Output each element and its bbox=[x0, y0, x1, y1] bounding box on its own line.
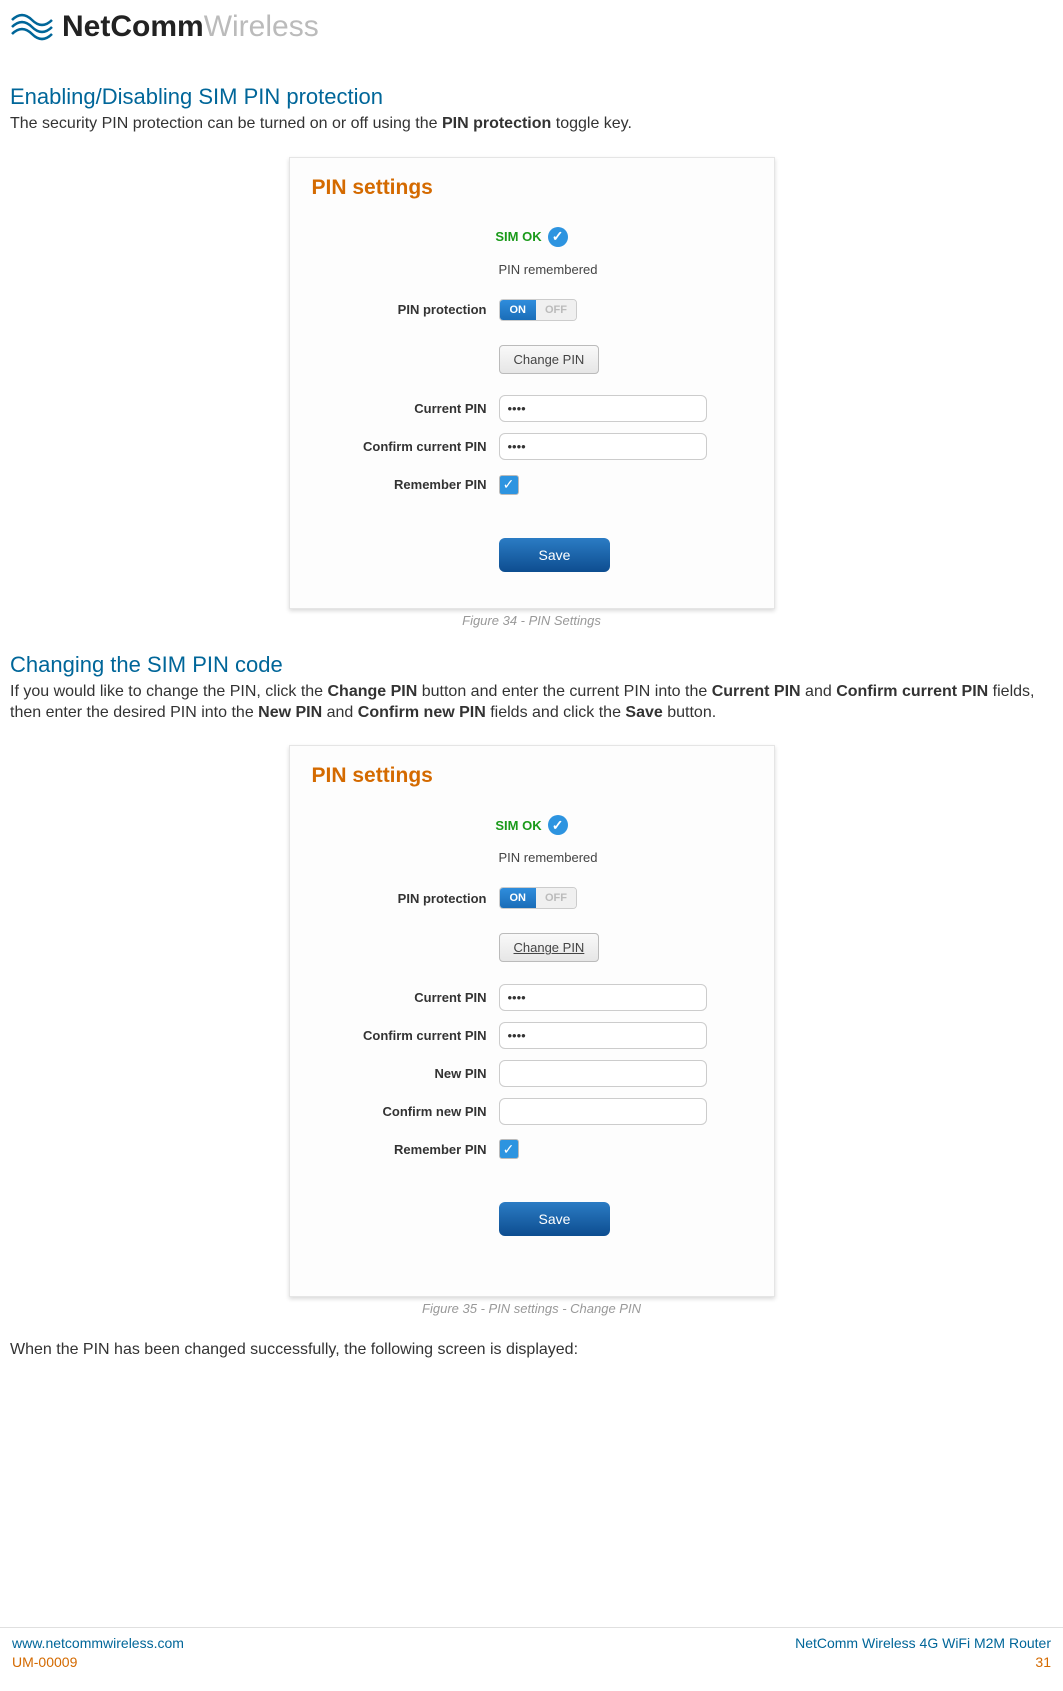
pin-protection-label: PIN protection bbox=[312, 891, 499, 906]
sim-ok-status: SIM OK ✓ bbox=[495, 815, 567, 835]
sim-ok-status: SIM OK ✓ bbox=[495, 227, 567, 247]
pin-protection-label: PIN protection bbox=[312, 302, 499, 317]
save-button[interactable]: Save bbox=[499, 538, 611, 572]
current-pin-input[interactable] bbox=[499, 395, 707, 422]
confirm-current-pin-label: Confirm current PIN bbox=[312, 439, 499, 454]
current-pin-label: Current PIN bbox=[312, 990, 499, 1005]
confirm-current-pin-label: Confirm current PIN bbox=[312, 1028, 499, 1043]
pin-protection-toggle[interactable]: ON OFF bbox=[499, 887, 578, 909]
logo-icon bbox=[10, 12, 54, 42]
current-pin-label: Current PIN bbox=[312, 401, 499, 416]
figure-34-caption: Figure 34 - PIN Settings bbox=[462, 613, 601, 628]
company-logo: NetCommWireless bbox=[10, 10, 1053, 44]
remember-pin-checkbox[interactable]: ✓ bbox=[499, 475, 519, 495]
remember-pin-label: Remember PIN bbox=[312, 477, 499, 492]
closing-text: When the PIN has been changed successful… bbox=[10, 1340, 1053, 1361]
save-button[interactable]: Save bbox=[499, 1202, 611, 1236]
footer-doc-id: UM-00009 bbox=[12, 1653, 184, 1673]
pin-settings-panel-1: PIN settings SIM OK ✓ PIN remembered PIN… bbox=[289, 157, 775, 609]
section-heading-change-pin: Changing the SIM PIN code bbox=[10, 652, 1053, 678]
new-pin-input[interactable] bbox=[499, 1060, 707, 1087]
figure-35-caption: Figure 35 - PIN settings - Change PIN bbox=[422, 1301, 641, 1316]
toggle-off: OFF bbox=[536, 888, 576, 908]
toggle-off: OFF bbox=[536, 300, 576, 320]
panel-title: PIN settings bbox=[312, 764, 752, 788]
pin-remembered-text: PIN remembered bbox=[499, 260, 752, 287]
section1-text: The security PIN protection can be turne… bbox=[10, 114, 1053, 135]
confirm-new-pin-input[interactable] bbox=[499, 1098, 707, 1125]
section-heading-enable-disable: Enabling/Disabling SIM PIN protection bbox=[10, 84, 1053, 110]
check-icon: ✓ bbox=[548, 227, 568, 247]
check-icon: ✓ bbox=[548, 815, 568, 835]
logo-text: NetCommWireless bbox=[62, 10, 319, 44]
change-pin-button[interactable]: Change PIN bbox=[499, 345, 600, 374]
remember-pin-label: Remember PIN bbox=[312, 1142, 499, 1157]
pin-protection-toggle[interactable]: ON OFF bbox=[499, 299, 578, 321]
confirm-new-pin-label: Confirm new PIN bbox=[312, 1104, 499, 1119]
section2-text: If you would like to change the PIN, cli… bbox=[10, 682, 1053, 724]
new-pin-label: New PIN bbox=[312, 1066, 499, 1081]
change-pin-button[interactable]: Change PIN bbox=[499, 933, 600, 962]
toggle-on: ON bbox=[500, 888, 537, 908]
panel-title: PIN settings bbox=[312, 176, 752, 200]
current-pin-input[interactable] bbox=[499, 984, 707, 1011]
page-footer: www.netcommwireless.com UM-00009 NetComm… bbox=[0, 1627, 1063, 1673]
footer-product: NetComm Wireless 4G WiFi M2M Router bbox=[795, 1634, 1051, 1654]
confirm-current-pin-input[interactable] bbox=[499, 433, 707, 460]
pin-settings-panel-2: PIN settings SIM OK ✓ PIN remembered PIN… bbox=[289, 745, 775, 1297]
footer-page-number: 31 bbox=[795, 1653, 1051, 1673]
footer-url: www.netcommwireless.com bbox=[12, 1634, 184, 1654]
confirm-current-pin-input[interactable] bbox=[499, 1022, 707, 1049]
pin-remembered-text: PIN remembered bbox=[499, 848, 752, 875]
toggle-on: ON bbox=[500, 300, 537, 320]
remember-pin-checkbox[interactable]: ✓ bbox=[499, 1139, 519, 1159]
